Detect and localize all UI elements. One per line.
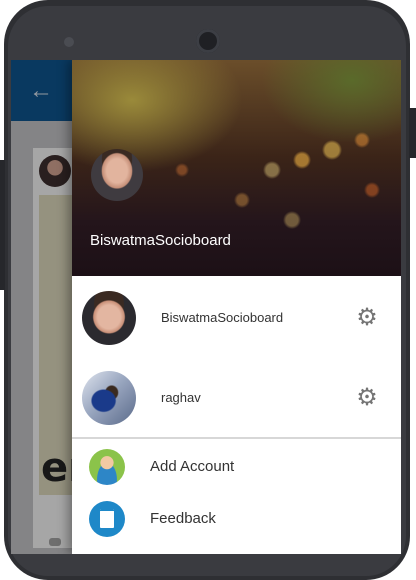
add-account-icon — [89, 449, 125, 485]
menu-item-label: Feedback — [150, 510, 216, 527]
avatar — [82, 371, 136, 425]
account-name: BiswatmaSocioboard — [161, 310, 284, 325]
divider — [72, 437, 401, 439]
drawer-header: BiswatmaSocioboard — [72, 60, 401, 276]
gear-icon[interactable]: ⚙ — [355, 386, 379, 410]
navigation-drawer: BiswatmaSocioboard BiswatmaSocioboard ⚙ … — [72, 60, 401, 554]
account-row[interactable]: BiswatmaSocioboard ⚙ — [72, 278, 401, 358]
avatar — [82, 291, 136, 345]
header-avatar[interactable] — [91, 149, 143, 201]
menu-item-label: Add Account — [150, 458, 235, 475]
menu-item-feedback[interactable]: Feedback — [72, 493, 401, 545]
header-account-name: BiswatmaSocioboard — [90, 232, 231, 249]
power-button — [409, 108, 416, 158]
screen: ← er BiswatmaSocioboard BiswatmaSocioboa… — [11, 60, 401, 554]
feedback-icon — [89, 501, 125, 537]
volume-button — [0, 160, 5, 290]
front-camera — [196, 29, 220, 53]
account-row[interactable]: raghav ⚙ — [72, 358, 401, 438]
account-name: raghav — [161, 390, 201, 405]
proximity-sensor — [64, 37, 74, 47]
gear-icon[interactable]: ⚙ — [355, 306, 379, 330]
menu-item-add-account[interactable]: Add Account — [72, 441, 401, 493]
